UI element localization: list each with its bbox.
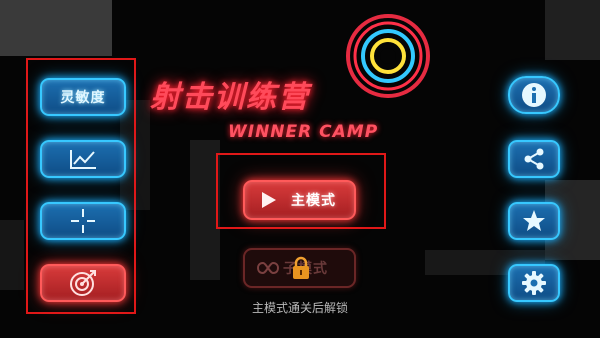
- bg-block: [0, 220, 24, 290]
- info-button[interactable]: [508, 76, 560, 114]
- play-icon: [262, 192, 276, 208]
- info-icon: [522, 83, 546, 107]
- share-button[interactable]: [508, 140, 560, 178]
- target-icon: [70, 270, 96, 296]
- rings-logo: [346, 14, 430, 98]
- gear-icon: [522, 271, 546, 295]
- infinity-icon: [257, 262, 279, 274]
- crosshair-button[interactable]: [40, 202, 126, 240]
- bg-block: [0, 0, 112, 56]
- crosshair-icon: [71, 209, 95, 233]
- main-mode-label: 主模式: [291, 193, 336, 209]
- game-screen: 射击训练营 WINNER CAMP 灵敏度 主模式 主模式通关后解锁: [0, 0, 600, 338]
- bg-block: [545, 0, 600, 60]
- share-icon: [524, 148, 544, 170]
- game-title: 射击训练营: [150, 80, 310, 115]
- settings-button[interactable]: [508, 264, 560, 302]
- main-mode-button[interactable]: 主模式: [243, 180, 356, 220]
- target-button[interactable]: [40, 264, 126, 302]
- game-subtitle: WINNER CAMP: [228, 122, 379, 142]
- stats-button[interactable]: [40, 140, 126, 178]
- sensitivity-label: 灵敏度: [60, 90, 106, 106]
- sensitivity-button[interactable]: 灵敏度: [40, 78, 126, 116]
- star-button[interactable]: [508, 202, 560, 240]
- unlock-hint: 主模式通关后解锁: [251, 301, 348, 315]
- lock-icon: [293, 256, 309, 279]
- chart-icon: [70, 150, 96, 169]
- star-icon: [523, 210, 545, 231]
